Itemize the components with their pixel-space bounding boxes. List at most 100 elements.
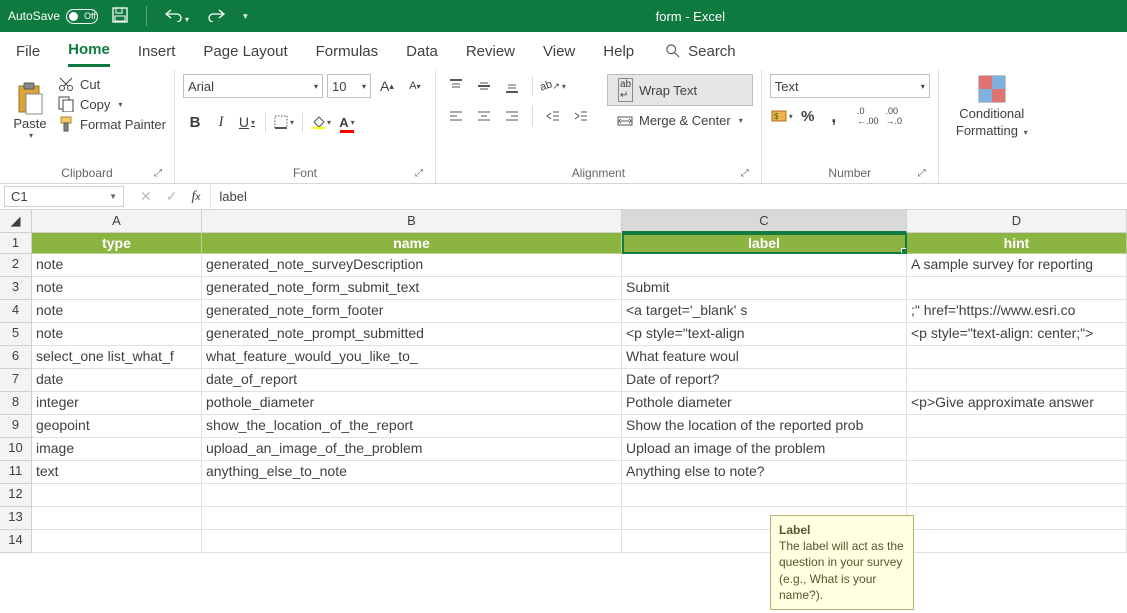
- accounting-format-icon[interactable]: $▾: [770, 104, 794, 128]
- col-header-C[interactable]: C: [622, 210, 907, 233]
- tab-view[interactable]: View: [543, 37, 575, 66]
- cell[interactable]: <a target='_blank' s: [622, 300, 907, 323]
- cell[interactable]: pothole_diameter: [202, 392, 622, 415]
- cell[interactable]: [202, 530, 622, 553]
- cell[interactable]: [907, 369, 1127, 392]
- font-size-combo[interactable]: 10▾: [327, 74, 371, 98]
- tab-review[interactable]: Review: [466, 37, 515, 66]
- cell[interactable]: geopoint: [32, 415, 202, 438]
- table-header[interactable]: name: [202, 233, 622, 254]
- row-header[interactable]: 4: [0, 300, 32, 323]
- cell[interactable]: [202, 484, 622, 507]
- col-header-B[interactable]: B: [202, 210, 622, 233]
- cell[interactable]: [32, 507, 202, 530]
- cell[interactable]: generated_note_form_submit_text: [202, 277, 622, 300]
- orientation-icon[interactable]: ab↗▾: [541, 74, 565, 98]
- cell[interactable]: note: [32, 300, 202, 323]
- cell[interactable]: A sample survey for reporting: [907, 254, 1127, 277]
- enter-formula-icon[interactable]: ✓: [166, 188, 178, 205]
- select-all-corner[interactable]: ◢: [0, 210, 32, 233]
- col-header-A[interactable]: A: [32, 210, 202, 233]
- cell[interactable]: [32, 484, 202, 507]
- decrease-decimal-icon[interactable]: .00→.0: [882, 104, 906, 128]
- increase-font-icon[interactable]: A▴: [375, 74, 399, 98]
- cell[interactable]: upload_an_image_of_the_problem: [202, 438, 622, 461]
- increase-decimal-icon[interactable]: .0←.00: [856, 104, 880, 128]
- tab-help[interactable]: Help: [603, 37, 634, 66]
- cell[interactable]: Submit: [622, 277, 907, 300]
- row-header[interactable]: 14: [0, 530, 32, 553]
- switch-off-icon[interactable]: Off: [66, 9, 98, 24]
- save-icon[interactable]: [112, 7, 128, 26]
- tab-formulas[interactable]: Formulas: [316, 37, 379, 66]
- alignment-dialog-launcher-icon[interactable]: ⤢: [741, 168, 749, 179]
- cell[interactable]: date: [32, 369, 202, 392]
- cell[interactable]: image: [32, 438, 202, 461]
- row-header[interactable]: 8: [0, 392, 32, 415]
- formula-input[interactable]: label: [210, 184, 1127, 209]
- cell[interactable]: [202, 507, 622, 530]
- align-right-icon[interactable]: [500, 104, 524, 128]
- row-header[interactable]: 7: [0, 369, 32, 392]
- fx-icon[interactable]: fx: [191, 189, 200, 205]
- comma-format-icon[interactable]: ,: [822, 104, 846, 128]
- table-header[interactable]: label: [622, 233, 907, 254]
- row-header[interactable]: 9: [0, 415, 32, 438]
- cell[interactable]: [907, 415, 1127, 438]
- tab-data[interactable]: Data: [406, 37, 438, 66]
- spreadsheet-grid[interactable]: ◢ A B C D 1 type name label hint: [0, 210, 1127, 254]
- row-header[interactable]: 2: [0, 254, 32, 277]
- search-box[interactable]: Search: [666, 43, 736, 60]
- paste-button[interactable]: Paste ▾: [8, 74, 52, 148]
- increase-indent-icon[interactable]: [569, 104, 593, 128]
- tab-file[interactable]: File: [16, 37, 40, 66]
- tab-home[interactable]: Home: [68, 35, 110, 67]
- cell[interactable]: text: [32, 461, 202, 484]
- format-painter-button[interactable]: Format Painter: [58, 116, 166, 132]
- cell[interactable]: select_one list_what_f: [32, 346, 202, 369]
- cell[interactable]: generated_note_form_footer: [202, 300, 622, 323]
- cell[interactable]: [907, 346, 1127, 369]
- row-header[interactable]: 3: [0, 277, 32, 300]
- cell[interactable]: integer: [32, 392, 202, 415]
- cell[interactable]: [907, 461, 1127, 484]
- qat-customize-icon[interactable]: ▾: [243, 11, 248, 22]
- cell[interactable]: [622, 254, 907, 277]
- cell[interactable]: [907, 507, 1127, 530]
- table-header[interactable]: hint: [907, 233, 1127, 254]
- align-bottom-icon[interactable]: [500, 74, 524, 98]
- table-header[interactable]: type: [32, 233, 202, 254]
- row-header[interactable]: 10: [0, 438, 32, 461]
- col-header-D[interactable]: D: [907, 210, 1127, 233]
- row-header[interactable]: 11: [0, 461, 32, 484]
- cell[interactable]: Show the location of the reported prob: [622, 415, 907, 438]
- cell[interactable]: [32, 530, 202, 553]
- cancel-formula-icon[interactable]: ✕: [140, 188, 152, 205]
- align-center-icon[interactable]: [472, 104, 496, 128]
- bold-button[interactable]: B: [183, 110, 207, 134]
- cell[interactable]: generated_note_surveyDescription: [202, 254, 622, 277]
- copy-button[interactable]: Copy▾: [58, 96, 166, 112]
- align-top-icon[interactable]: [444, 74, 468, 98]
- cell[interactable]: [907, 438, 1127, 461]
- conditional-formatting-button[interactable]: Conditional Formatting ▾: [947, 74, 1037, 138]
- cell[interactable]: note: [32, 254, 202, 277]
- font-color-button[interactable]: A▾: [335, 110, 359, 134]
- row-header[interactable]: 12: [0, 484, 32, 507]
- number-dialog-launcher-icon[interactable]: ⤢: [918, 168, 926, 179]
- row-header[interactable]: 13: [0, 507, 32, 530]
- cell[interactable]: What feature woul: [622, 346, 907, 369]
- number-format-combo[interactable]: Text▾: [770, 74, 930, 98]
- cell[interactable]: [907, 277, 1127, 300]
- align-middle-icon[interactable]: [472, 74, 496, 98]
- name-box[interactable]: C1▼: [4, 186, 124, 207]
- cell[interactable]: date_of_report: [202, 369, 622, 392]
- cell[interactable]: Date of report?: [622, 369, 907, 392]
- undo-icon[interactable]: ▾: [165, 8, 189, 25]
- cell[interactable]: [622, 484, 907, 507]
- row-header[interactable]: 6: [0, 346, 32, 369]
- cell[interactable]: Pothole diameter: [622, 392, 907, 415]
- percent-format-icon[interactable]: %: [796, 104, 820, 128]
- cut-button[interactable]: Cut: [58, 76, 166, 92]
- borders-button[interactable]: ▾: [272, 110, 296, 134]
